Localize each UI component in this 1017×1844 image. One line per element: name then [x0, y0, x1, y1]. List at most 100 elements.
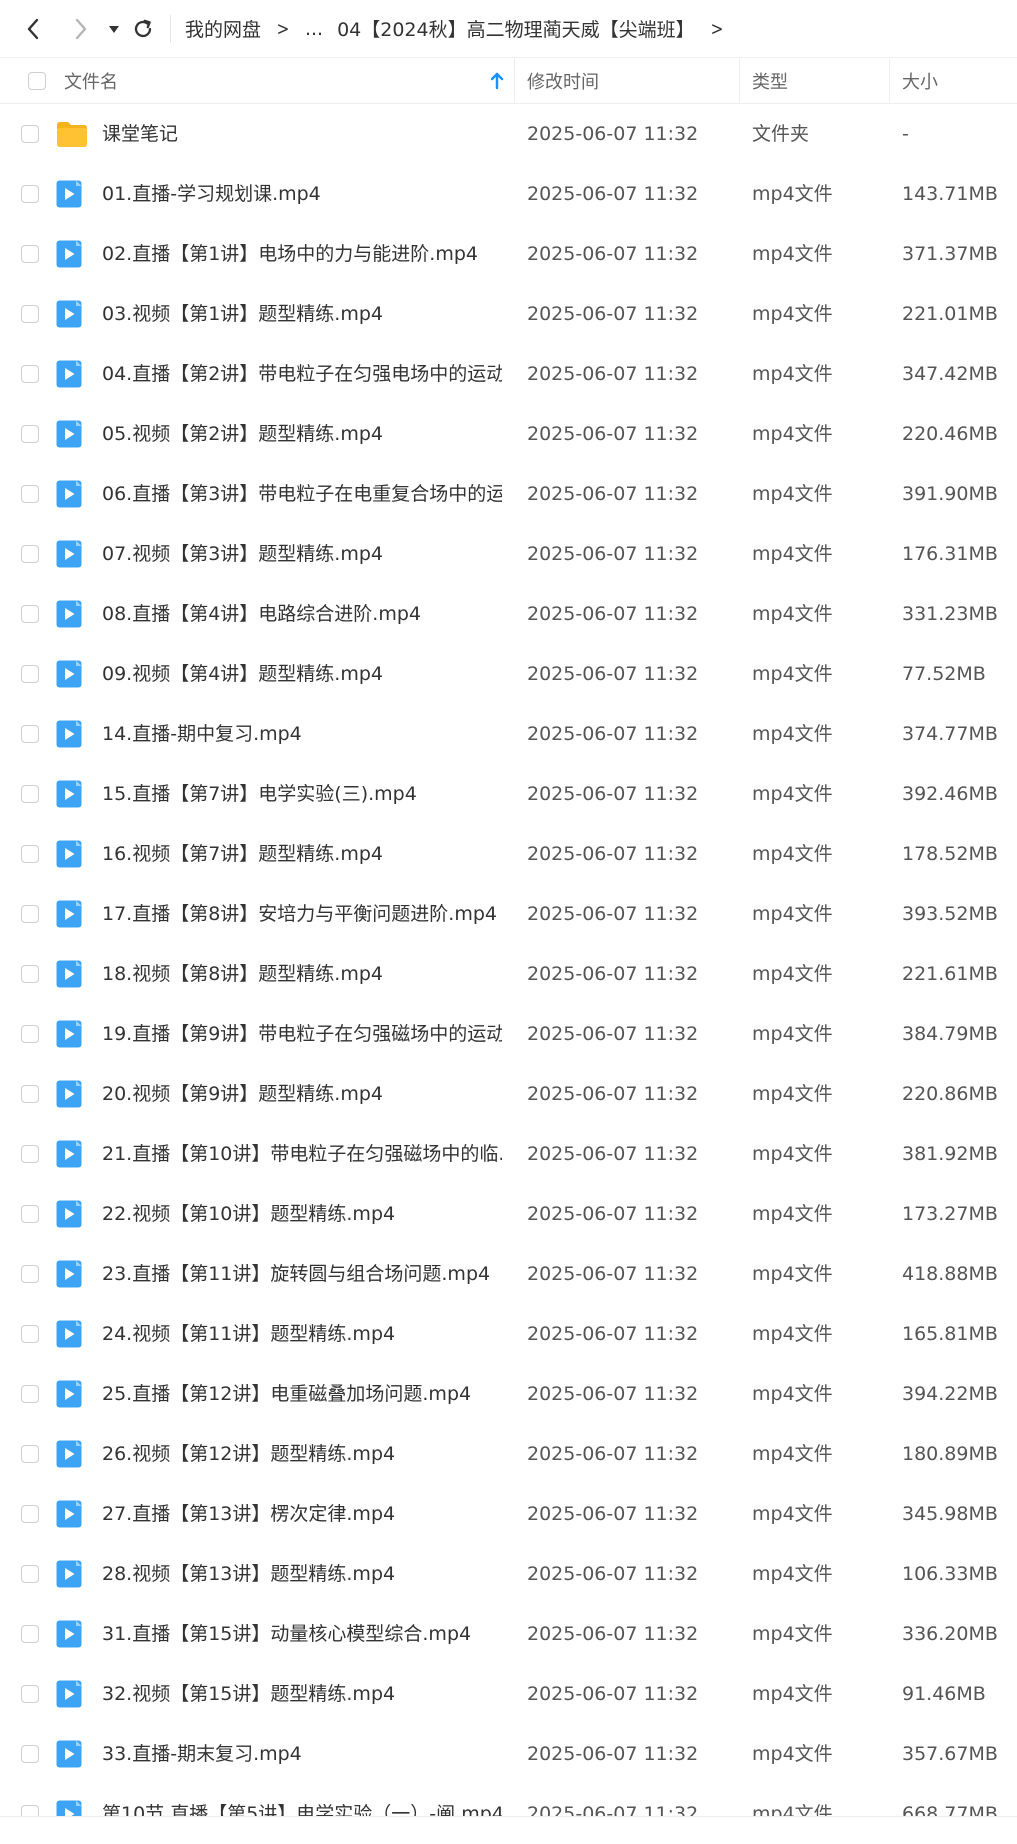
row-checkbox[interactable]	[21, 545, 39, 563]
row-checkbox[interactable]	[21, 1625, 39, 1643]
file-name[interactable]: 07.视频【第3讲】题型精练.mp4	[102, 524, 502, 584]
column-divider[interactable]	[889, 58, 890, 103]
file-name[interactable]: 01.直播-学习规划课.mp4	[102, 164, 502, 224]
history-dropdown-button[interactable]	[104, 9, 124, 49]
file-name[interactable]: 31.直播【第15讲】动量核心模型综合.mp4	[102, 1604, 502, 1664]
file-name[interactable]: 23.直播【第11讲】旋转圆与组合场问题.mp4	[102, 1244, 502, 1304]
file-name[interactable]: 14.直播-期中复习.mp4	[102, 704, 502, 764]
breadcrumb-item-ellipsis[interactable]: ...	[305, 18, 323, 40]
file-row[interactable]: 19.直播【第9讲】带电粒子在匀强磁场中的运动... 2025-06-07 11:…	[0, 1004, 1017, 1064]
row-checkbox[interactable]	[21, 905, 39, 923]
file-row[interactable]: 26.视频【第12讲】题型精练.mp4 2025-06-07 11:32 mp4文件…	[0, 1424, 1017, 1484]
file-row[interactable]: 20.视频【第9讲】题型精练.mp4 2025-06-07 11:32 mp4文件 2…	[0, 1064, 1017, 1124]
column-header-type[interactable]: 类型	[752, 58, 788, 103]
column-header-name[interactable]: 文件名	[64, 58, 118, 103]
file-name[interactable]: 32.视频【第15讲】题型精练.mp4	[102, 1664, 502, 1724]
file-name[interactable]: 16.视频【第7讲】题型精练.mp4	[102, 824, 502, 884]
file-name[interactable]: 09.视频【第4讲】题型精练.mp4	[102, 644, 502, 704]
row-checkbox[interactable]	[21, 1385, 39, 1403]
file-row[interactable]: 01.直播-学习规划课.mp4 2025-06-07 11:32 mp4文件 143.…	[0, 164, 1017, 224]
file-name[interactable]: 08.直播【第4讲】电路综合进阶.mp4	[102, 584, 502, 644]
file-row[interactable]: 03.视频【第1讲】题型精练.mp4 2025-06-07 11:32 mp4文件 2…	[0, 284, 1017, 344]
file-row[interactable]: 25.直播【第12讲】电重磁叠加场问题.mp4 2025-06-07 11:32 m…	[0, 1364, 1017, 1424]
file-row[interactable]: 18.视频【第8讲】题型精练.mp4 2025-06-07 11:32 mp4文件 2…	[0, 944, 1017, 1004]
row-checkbox[interactable]	[21, 965, 39, 983]
file-name[interactable]: 20.视频【第9讲】题型精练.mp4	[102, 1064, 502, 1124]
file-row[interactable]: 07.视频【第3讲】题型精练.mp4 2025-06-07 11:32 mp4文件 1…	[0, 524, 1017, 584]
file-name[interactable]: 24.视频【第11讲】题型精练.mp4	[102, 1304, 502, 1364]
file-name[interactable]: 17.直播【第8讲】安培力与平衡问题进阶.mp4	[102, 884, 502, 944]
column-header-modified[interactable]: 修改时间	[527, 58, 599, 103]
row-checkbox[interactable]	[21, 485, 39, 503]
row-checkbox[interactable]	[21, 1685, 39, 1703]
row-checkbox[interactable]	[21, 1265, 39, 1283]
back-button[interactable]	[18, 9, 48, 49]
column-header-size[interactable]: 大小	[902, 58, 938, 103]
file-name[interactable]: 25.直播【第12讲】电重磁叠加场问题.mp4	[102, 1364, 502, 1424]
row-checkbox[interactable]	[21, 1325, 39, 1343]
file-row[interactable]: 08.直播【第4讲】电路综合进阶.mp4 2025-06-07 11:32 mp4文…	[0, 584, 1017, 644]
file-row[interactable]: 33.直播-期末复习.mp4 2025-06-07 11:32 mp4文件 357.6…	[0, 1724, 1017, 1784]
file-row[interactable]: 31.直播【第15讲】动量核心模型综合.mp4 2025-06-07 11:32 m…	[0, 1604, 1017, 1664]
file-row[interactable]: 21.直播【第10讲】带电粒子在匀强磁场中的临... 2025-06-07 11:…	[0, 1124, 1017, 1184]
forward-button[interactable]	[66, 9, 96, 49]
row-checkbox[interactable]	[21, 305, 39, 323]
row-checkbox[interactable]	[21, 725, 39, 743]
file-row[interactable]: 06.直播【第3讲】带电粒子在电重复合场中的运... 2025-06-07 11:…	[0, 464, 1017, 524]
file-name[interactable]: 课堂笔记	[102, 104, 502, 164]
file-name[interactable]: 03.视频【第1讲】题型精练.mp4	[102, 284, 502, 344]
file-name[interactable]: 18.视频【第8讲】题型精练.mp4	[102, 944, 502, 1004]
file-row[interactable]: 27.直播【第13讲】楞次定律.mp4 2025-06-07 11:32 mp4文件…	[0, 1484, 1017, 1544]
select-all-checkbox[interactable]	[28, 71, 46, 90]
file-row[interactable]: 16.视频【第7讲】题型精练.mp4 2025-06-07 11:32 mp4文件 1…	[0, 824, 1017, 884]
row-checkbox[interactable]	[21, 1025, 39, 1043]
column-divider[interactable]	[739, 58, 740, 103]
row-checkbox[interactable]	[21, 665, 39, 683]
row-checkbox[interactable]	[21, 425, 39, 443]
file-name[interactable]: 06.直播【第3讲】带电粒子在电重复合场中的运...	[102, 464, 502, 524]
file-name[interactable]: 22.视频【第10讲】题型精练.mp4	[102, 1184, 502, 1244]
row-checkbox[interactable]	[21, 1745, 39, 1763]
file-row[interactable]: 32.视频【第15讲】题型精练.mp4 2025-06-07 11:32 mp4文件…	[0, 1664, 1017, 1724]
file-name[interactable]: 05.视频【第2讲】题型精练.mp4	[102, 404, 502, 464]
file-name[interactable]: 28.视频【第13讲】题型精练.mp4	[102, 1544, 502, 1604]
sort-ascending-icon[interactable]	[490, 71, 504, 91]
file-name[interactable]: 33.直播-期末复习.mp4	[102, 1724, 502, 1784]
folder-row[interactable]: 课堂笔记 2025-06-07 11:32 文件夹 -	[0, 104, 1017, 164]
row-checkbox[interactable]	[21, 845, 39, 863]
row-checkbox[interactable]	[21, 1085, 39, 1103]
file-row[interactable]: 02.直播【第1讲】电场中的力与能进阶.mp4 2025-06-07 11:32 m…	[0, 224, 1017, 284]
file-row[interactable]: 14.直播-期中复习.mp4 2025-06-07 11:32 mp4文件 374.7…	[0, 704, 1017, 764]
breadcrumb-item-root[interactable]: 我的网盘	[185, 15, 261, 42]
file-name[interactable]: 21.直播【第10讲】带电粒子在匀强磁场中的临...	[102, 1124, 502, 1184]
row-checkbox[interactable]	[21, 1205, 39, 1223]
file-name[interactable]: 19.直播【第9讲】带电粒子在匀强磁场中的运动...	[102, 1004, 502, 1064]
row-checkbox[interactable]	[21, 245, 39, 263]
row-checkbox[interactable]	[21, 125, 39, 143]
file-row[interactable]: 第10节 直播【第5讲】电学实验（一）-阐.mp4 2025-06-07 11:3…	[0, 1784, 1017, 1844]
file-row[interactable]: 22.视频【第10讲】题型精练.mp4 2025-06-07 11:32 mp4文件…	[0, 1184, 1017, 1244]
refresh-button[interactable]	[128, 9, 158, 49]
file-name[interactable]: 02.直播【第1讲】电场中的力与能进阶.mp4	[102, 224, 502, 284]
file-row[interactable]: 24.视频【第11讲】题型精练.mp4 2025-06-07 11:32 mp4文件…	[0, 1304, 1017, 1364]
file-row[interactable]: 09.视频【第4讲】题型精练.mp4 2025-06-07 11:32 mp4文件 7…	[0, 644, 1017, 704]
row-checkbox[interactable]	[21, 1565, 39, 1583]
file-name[interactable]: 04.直播【第2讲】带电粒子在匀强电场中的运动...	[102, 344, 502, 404]
file-row[interactable]: 15.直播【第7讲】电学实验(三).mp4 2025-06-07 11:32 mp4…	[0, 764, 1017, 824]
file-name[interactable]: 第10节 直播【第5讲】电学实验（一）-阐.mp4	[102, 1784, 502, 1844]
file-row[interactable]: 17.直播【第8讲】安培力与平衡问题进阶.mp4 2025-06-07 11:32…	[0, 884, 1017, 944]
file-name[interactable]: 15.直播【第7讲】电学实验(三).mp4	[102, 764, 502, 824]
column-divider[interactable]	[514, 58, 515, 103]
file-name[interactable]: 26.视频【第12讲】题型精练.mp4	[102, 1424, 502, 1484]
file-name[interactable]: 27.直播【第13讲】楞次定律.mp4	[102, 1484, 502, 1544]
row-checkbox[interactable]	[21, 185, 39, 203]
row-checkbox[interactable]	[21, 1505, 39, 1523]
row-checkbox[interactable]	[21, 605, 39, 623]
row-checkbox[interactable]	[21, 785, 39, 803]
file-row[interactable]: 05.视频【第2讲】题型精练.mp4 2025-06-07 11:32 mp4文件 2…	[0, 404, 1017, 464]
breadcrumb-item-current[interactable]: 04【2024秋】高二物理蔺天威【尖端班】	[337, 15, 695, 42]
file-row[interactable]: 28.视频【第13讲】题型精练.mp4 2025-06-07 11:32 mp4文件…	[0, 1544, 1017, 1604]
file-row[interactable]: 23.直播【第11讲】旋转圆与组合场问题.mp4 2025-06-07 11:32…	[0, 1244, 1017, 1304]
row-checkbox[interactable]	[21, 1445, 39, 1463]
file-row[interactable]: 04.直播【第2讲】带电粒子在匀强电场中的运动... 2025-06-07 11:…	[0, 344, 1017, 404]
